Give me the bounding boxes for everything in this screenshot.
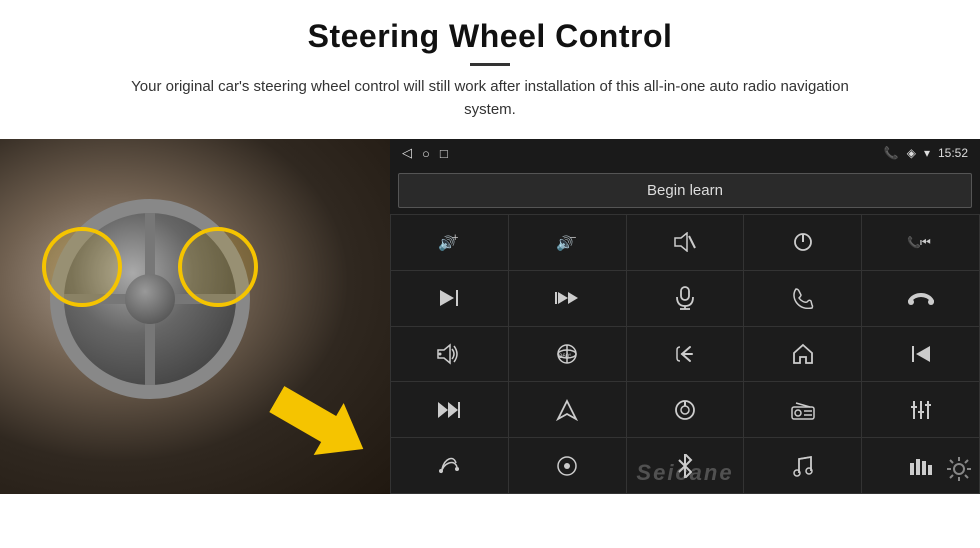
content-row: ◁ ○ □ 📞 ◈ ▾ 15:52 Begin learn: [0, 139, 980, 494]
360-button[interactable]: 360°: [509, 327, 626, 382]
arrow-container: [270, 394, 370, 454]
svg-text:📞: 📞: [907, 235, 921, 249]
head-unit-wrapper: ◁ ○ □ 📞 ◈ ▾ 15:52 Begin learn: [390, 139, 980, 494]
status-bar: ◁ ○ □ 📞 ◈ ▾ 15:52: [390, 139, 980, 167]
skip-next-button[interactable]: [391, 271, 508, 326]
radio-button[interactable]: [744, 382, 861, 437]
svg-text:+: +: [452, 233, 458, 244]
menu-button[interactable]: [509, 438, 626, 493]
mute-button[interactable]: [627, 215, 744, 270]
fast-fwd2-button[interactable]: [391, 382, 508, 437]
settings-gear-icon[interactable]: [946, 456, 972, 488]
back-nav-button[interactable]: [627, 327, 744, 382]
prev-track-button[interactable]: [862, 327, 979, 382]
source-button[interactable]: [627, 382, 744, 437]
page-container: Steering Wheel Control Your original car…: [0, 0, 980, 548]
mic-button[interactable]: [627, 271, 744, 326]
highlight-circle-right: [178, 227, 258, 307]
status-bar-left: ◁ ○ □: [402, 145, 448, 161]
controls-grid: 🔊+ 🔊−: [390, 214, 980, 494]
call-button[interactable]: [744, 271, 861, 326]
subtitle-text: Your original car's steering wheel contr…: [110, 76, 870, 121]
header-section: Steering Wheel Control Your original car…: [0, 0, 980, 131]
title-divider: [470, 63, 510, 66]
navigation-button[interactable]: [509, 382, 626, 437]
power-button[interactable]: [744, 215, 861, 270]
voice-button[interactable]: [391, 438, 508, 493]
music-button[interactable]: [744, 438, 861, 493]
status-time: 15:52: [938, 146, 968, 160]
wifi-icon: ▾: [924, 146, 930, 160]
sw-center-hub: [125, 274, 175, 324]
begin-learn-button[interactable]: Begin learn: [398, 173, 972, 208]
highlight-circle-left: [42, 227, 122, 307]
hang-up-button[interactable]: [862, 271, 979, 326]
phone-prev-button[interactable]: 📞 ⏮: [862, 215, 979, 270]
phone-status-icon: 📞: [884, 146, 899, 160]
status-bar-right: 📞 ◈ ▾ 15:52: [884, 146, 968, 160]
page-title: Steering Wheel Control: [40, 18, 940, 55]
begin-learn-row: Begin learn: [390, 167, 980, 214]
location-icon: ◈: [907, 146, 916, 160]
vol-up-button[interactable]: 🔊+: [391, 215, 508, 270]
equalizer-button[interactable]: [862, 382, 979, 437]
home-nav-button[interactable]: [744, 327, 861, 382]
bluetooth-button[interactable]: [627, 438, 744, 493]
car-image: [0, 139, 390, 494]
svg-text:−: −: [570, 233, 576, 244]
vol-down-button[interactable]: 🔊−: [509, 215, 626, 270]
recents-icon[interactable]: □: [440, 146, 448, 161]
back-icon[interactable]: ◁: [402, 145, 412, 161]
svg-text:360°: 360°: [559, 354, 572, 360]
head-unit-display: ◁ ○ □ 📞 ◈ ▾ 15:52 Begin learn: [390, 139, 980, 494]
speaker-button[interactable]: [391, 327, 508, 382]
home-circle-icon[interactable]: ○: [422, 146, 430, 161]
svg-text:⏮: ⏮: [920, 235, 931, 249]
ff-button[interactable]: [509, 271, 626, 326]
